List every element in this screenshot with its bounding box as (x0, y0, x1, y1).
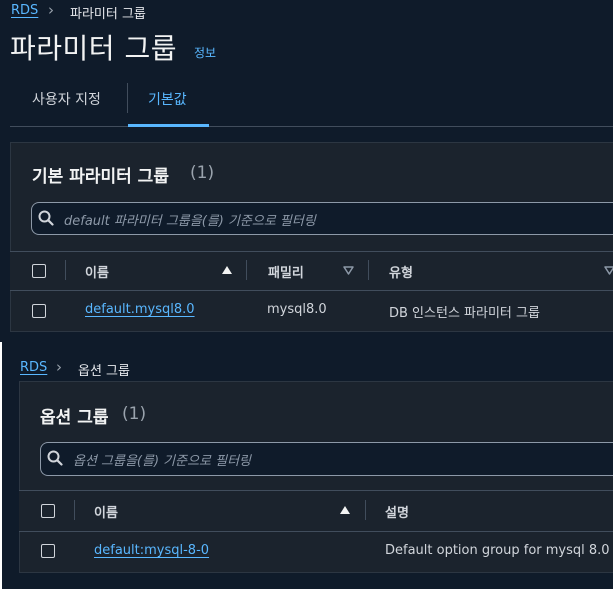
option-group-description: Default option group for mysql 8.0 (385, 543, 610, 558)
search-placeholder: 옵션 그룹을(를) 기준으로 필터링 (73, 454, 252, 469)
tab-default[interactable]: 기본값 (148, 89, 187, 109)
select-all-checkbox[interactable] (32, 264, 46, 278)
parameter-group-family: mysql8.0 (267, 302, 327, 317)
parameter-groups-panel: RDS › 파라미터 그룹 파라미터 그룹 정보 사용자 지정 기본값 기본 파… (0, 0, 613, 342)
column-header-family[interactable]: 패밀리 (268, 262, 304, 281)
option-groups-panel: RDS › 옵션 그룹 옵션 그룹 (1) 옵션 그룹을(를) 기준으로 필터링… (0, 342, 613, 589)
breadcrumb-current: 파라미터 그룹 (70, 7, 146, 22)
tab-divider (127, 83, 128, 113)
select-all-checkbox[interactable] (41, 504, 55, 518)
active-tab-indicator (128, 124, 209, 127)
column-header-name[interactable]: 이름 (85, 262, 109, 281)
chevron-right-icon: › (56, 358, 62, 376)
tabs-baseline (10, 126, 613, 127)
breadcrumb-rds-link[interactable]: RDS (11, 3, 38, 18)
column-header-description[interactable]: 설명 (385, 502, 409, 521)
breadcrumb-current: 옵션 그룹 (78, 364, 130, 379)
column-header-type[interactable]: 유형 (389, 262, 413, 281)
search-icon (47, 450, 63, 466)
column-divider (65, 260, 66, 280)
card-count: (1) (122, 404, 147, 424)
parameter-group-name-link[interactable]: default.mysql8.0 (85, 302, 195, 317)
row-checkbox[interactable] (41, 544, 55, 558)
column-divider (365, 500, 366, 520)
row-checkbox[interactable] (32, 304, 46, 318)
tab-custom[interactable]: 사용자 지정 (32, 89, 101, 109)
card-count: (1) (190, 163, 215, 183)
breadcrumb-rds-link[interactable]: RDS (20, 360, 47, 375)
search-icon (38, 210, 54, 226)
chevron-right-icon: › (48, 1, 54, 19)
column-divider (368, 260, 369, 280)
sort-ascending-icon[interactable] (222, 266, 232, 274)
card-title: 기본 파라미터 그룹 (32, 167, 169, 187)
sort-descending-icon[interactable] (604, 266, 613, 275)
parameter-group-type: DB 인스턴스 파라미터 그룹 (389, 306, 540, 321)
column-divider (74, 500, 75, 520)
sort-ascending-icon[interactable] (340, 506, 350, 514)
panel-edge (0, 342, 2, 589)
info-link[interactable]: 정보 (194, 44, 216, 61)
column-divider (246, 260, 247, 280)
search-placeholder: default 파라미터 그룹을(를) 기준으로 필터링 (64, 214, 316, 229)
page-title: 파라미터 그룹 (10, 32, 177, 65)
card-title: 옵션 그룹 (40, 408, 109, 428)
sort-descending-icon[interactable] (343, 266, 354, 275)
option-group-name-link[interactable]: default:mysql-8-0 (94, 543, 209, 558)
column-header-name[interactable]: 이름 (94, 502, 118, 521)
